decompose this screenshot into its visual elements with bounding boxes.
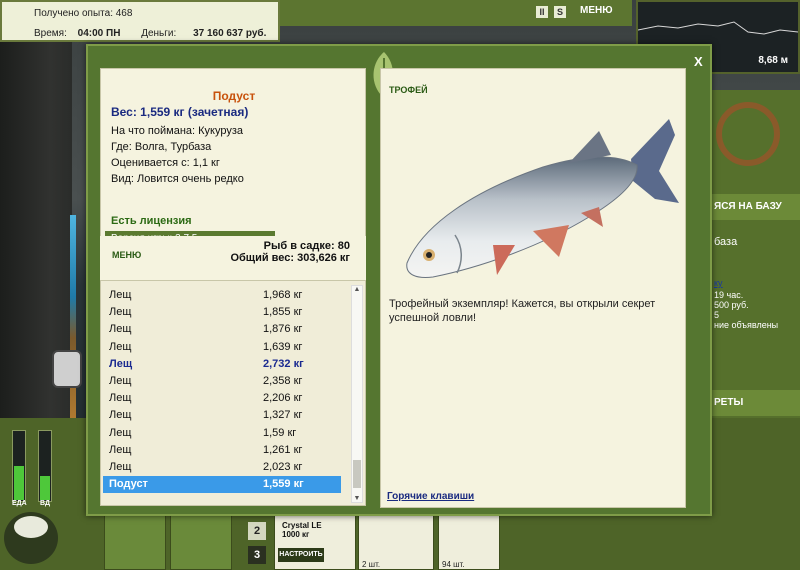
bucket-slot[interactable] — [170, 512, 232, 570]
close-button[interactable]: X — [694, 54, 703, 69]
panel-line-3: 5 — [714, 310, 720, 320]
catch-fish-weight: 1,968 кг — [263, 289, 303, 301]
panel-line-1: 19 час. — [714, 290, 744, 300]
catch-fish-name: Лещ — [109, 357, 133, 370]
catch-fish-name: Лещ — [109, 443, 132, 456]
fishing-rod[interactable] — [70, 215, 76, 420]
catch-row[interactable]: Подуст 1,559 кг — [103, 476, 341, 494]
time-value: 04:00 ПН — [77, 28, 121, 39]
catch-row[interactable]: Лещ 2,023 кг — [103, 459, 341, 476]
xp-label: Получено опыта: 468 — [34, 8, 133, 19]
catch-fish-name: Лещ — [109, 289, 132, 301]
catch-list[interactable]: ▲ ▼ Лещ 1,968 кг Лещ 1,855 кг Лещ 1,876 кг Лещ… — [100, 280, 366, 506]
depth-value: 8,68 м — [758, 55, 788, 66]
slot-2-button[interactable]: 2 — [248, 522, 266, 540]
pause-button[interactable]: II — [536, 6, 548, 18]
trophy-label: ТРОФЕЙ — [389, 85, 428, 95]
catch-row[interactable]: Лещ 1,876 кг — [103, 321, 341, 338]
catch-fish-weight: 1,855 кг — [263, 306, 303, 319]
fish-name: Подуст — [212, 89, 256, 103]
status-panel: Получено опыта: 468 Время: 04:00 ПН День… — [0, 0, 280, 42]
fishing-reel[interactable] — [52, 350, 82, 388]
rarity: Вид: Ловится очень редко — [111, 173, 244, 185]
money-value: 37 160 637 руб. — [193, 28, 267, 39]
top-bar: II S МЕНЮ — [280, 0, 632, 26]
trophy-description: Трофейный экземпляр! Кажется, вы открыли… — [389, 298, 656, 324]
main-menu-button[interactable]: МЕНЮ — [580, 5, 613, 16]
catch-row[interactable]: Лещ 2,732 кг — [103, 356, 341, 373]
catch-fish-weight: 1,59 кг — [263, 426, 297, 439]
catch-row[interactable]: Лещ 1,261 кг — [103, 442, 341, 459]
catch-fish-weight: 2,023 кг — [263, 461, 303, 473]
base-sub: база — [714, 236, 738, 248]
catch-row[interactable]: Лещ 1,327 кг — [103, 407, 341, 424]
catch-fish-weight: 1,639 кг — [263, 340, 303, 353]
catch-fish-name: Лещ — [109, 340, 132, 353]
time-money-row: Время: 04:00 ПН Деньги: 37 160 637 руб. — [34, 28, 266, 39]
fish-image — [406, 119, 679, 278]
ship-wheel-icon[interactable] — [716, 102, 780, 166]
fish-weight: Вес: 1,559 кг (зачетная) — [111, 105, 249, 119]
catch-fish-name: Подуст — [109, 478, 148, 491]
license-status: Есть лицензия — [111, 215, 192, 227]
catch-fish-name: Лещ — [109, 306, 132, 319]
basket-slot[interactable] — [104, 512, 166, 570]
catch-fish-name: Лещ — [109, 409, 132, 422]
catch-fish-weight: 1,327 кг — [263, 409, 303, 422]
catch-fish-weight: 1,559 кг — [263, 478, 304, 491]
hook-count: 2 шт. — [362, 560, 381, 569]
catch-fish-name: Лещ — [109, 392, 132, 405]
price-threshold: Оценивается с: 1,1 кг — [111, 157, 220, 169]
catch-fish-weight: 1,261 кг — [263, 443, 303, 456]
list-scrollbar[interactable]: ▲ ▼ — [351, 285, 363, 503]
food-gauge — [12, 430, 26, 502]
money-label: Деньги: — [141, 28, 177, 39]
cauldron-icon[interactable] — [4, 512, 58, 564]
catch-row[interactable]: Лещ 1,968 кг — [103, 287, 341, 304]
cage-count: Рыб в садке: 80 — [263, 240, 350, 252]
caught-where: Где: Волга, Турбаза — [111, 141, 212, 153]
bait-count: 94 шт. — [442, 560, 465, 569]
catch-row[interactable]: Лещ 2,358 кг — [103, 373, 341, 390]
catch-row[interactable]: Лещ 1,855 кг — [103, 304, 341, 321]
catch-fish-name: Лещ — [109, 375, 132, 387]
scroll-up-icon[interactable]: ▲ — [352, 286, 362, 293]
secrets-button[interactable]: РЕТЫ — [712, 390, 800, 416]
sound-button[interactable]: S — [554, 6, 566, 18]
catch-fish-name: Лещ — [109, 323, 132, 336]
time-label: Время: — [34, 28, 67, 39]
panel-line-4: ние объявлены — [714, 320, 779, 330]
catch-row[interactable]: Лещ 1,639 кг — [103, 339, 341, 356]
scroll-down-icon[interactable]: ▼ — [352, 495, 362, 502]
slot-3-button[interactable]: 3 — [248, 546, 266, 564]
reel-name: Crystal LE 1000 кг — [282, 521, 322, 539]
catch-fish-name: Лещ — [109, 426, 132, 439]
bait-gauge-label: ВД — [40, 500, 50, 507]
catch-fish-name: Лещ — [109, 461, 132, 473]
cage-stats: Рыб в садке: 80 Общий вес: 303,626 кг — [230, 240, 350, 264]
catch-fish-weight: 2,358 кг — [263, 375, 303, 387]
catch-fish-weight: 2,732 кг — [263, 357, 304, 370]
panel-link[interactable]: ку — [714, 278, 723, 288]
catch-row[interactable]: Лещ 1,59 кг — [103, 425, 341, 442]
go-to-base-button[interactable]: ЯСЯ НА БАЗУ — [712, 194, 800, 220]
bait-gauge — [38, 430, 52, 502]
catch-fish-weight: 1,876 кг — [263, 323, 303, 336]
panel-line-2: 500 руб. — [714, 300, 749, 310]
caught-on: На что поймана: Кукуруза — [111, 125, 244, 137]
cage-summary: МЕНЮ Рыб в садке: 80 Общий вес: 303,626 … — [100, 236, 366, 280]
catch-row[interactable]: Лещ 2,206 кг — [103, 390, 341, 407]
scroll-thumb[interactable] — [353, 460, 361, 488]
total-weight: Общий вес: 303,626 кг — [230, 252, 350, 264]
menu-label[interactable]: МЕНЮ — [112, 250, 141, 260]
catch-fish-weight: 2,206 кг — [263, 392, 303, 405]
food-gauge-label: ЕДА — [12, 500, 27, 507]
trophy-dialog: X Подуст Вес: 1,559 кг (зачетная) На что… — [86, 44, 712, 516]
hotkeys-link[interactable]: Горячие клавиши — [387, 491, 474, 502]
setup-button[interactable]: НАСТРОИТЬ — [278, 548, 324, 562]
trophy-card: ТРОФЕЙ Трофейный экземпляр! Кажется, вы … — [380, 68, 686, 508]
